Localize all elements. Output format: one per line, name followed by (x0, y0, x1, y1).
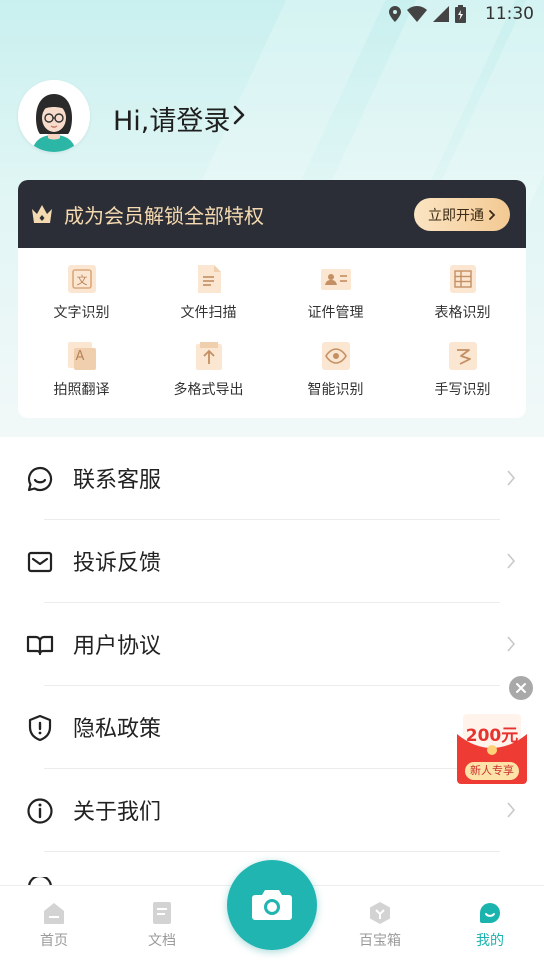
status-time: 11:30 (485, 4, 534, 24)
feature-label: 拍照翻译 (53, 382, 110, 398)
handwriting-icon (448, 342, 477, 370)
chevron-right-icon (507, 553, 516, 569)
tab-home[interactable]: 首页 (14, 900, 94, 950)
chevron-right-icon (489, 209, 496, 220)
promo-amount: 200元 (465, 726, 519, 746)
menu-item-label: 联系客服 (73, 468, 162, 493)
tab-label: 首页 (40, 933, 68, 949)
svg-text:文: 文 (76, 273, 87, 287)
profile-icon (480, 903, 500, 923)
feature-file-scan[interactable]: 文件扫描 (145, 262, 272, 339)
crown-icon (32, 205, 52, 223)
features-card: 成为会员解锁全部特权 立即开通 文 文字识别 文件扫描 证件管理 表格识别 A … (18, 180, 526, 418)
info-icon (27, 798, 53, 824)
avatar[interactable] (18, 80, 90, 152)
chat-icon (27, 466, 53, 492)
chevron-right-icon (507, 470, 516, 486)
shield-icon (28, 714, 52, 742)
svg-text:A: A (75, 349, 84, 364)
divider (44, 851, 500, 852)
signal-icon (433, 6, 449, 22)
document-icon (153, 902, 171, 924)
feature-photo-translate[interactable]: A 拍照翻译 (18, 339, 145, 416)
chevron-right-icon (507, 802, 516, 818)
file-scan-icon (197, 265, 221, 293)
feature-handwriting[interactable]: 手写识别 (399, 339, 526, 416)
chevron-right-icon (507, 636, 516, 652)
tab-label: 百宝箱 (359, 933, 401, 949)
export-icon (195, 342, 222, 370)
feature-label: 手写识别 (434, 382, 491, 398)
mail-icon (27, 551, 53, 573)
feature-label: 表格识别 (434, 305, 491, 321)
vip-text: 成为会员解锁全部特权 (64, 203, 264, 228)
home-icon (44, 903, 64, 924)
toolbox-icon (370, 902, 390, 924)
close-promo-button[interactable] (509, 676, 533, 700)
camera-button[interactable] (227, 860, 317, 950)
menu-item-feedback[interactable]: 投诉反馈 (0, 520, 544, 603)
promo-label: 新人专享 (465, 762, 519, 780)
login-prompt[interactable]: Hi,请登录 (113, 99, 230, 138)
tab-label: 我的 (476, 933, 504, 949)
feature-label: 多格式导出 (173, 382, 244, 398)
feature-label: 文件扫描 (180, 305, 237, 321)
menu-item-label: 用户协议 (73, 634, 162, 659)
battery-icon (455, 5, 466, 23)
feature-id-card[interactable]: 证件管理 (272, 262, 399, 339)
camera-icon (252, 890, 292, 920)
feature-label: 证件管理 (307, 305, 364, 321)
table-recognition-icon (449, 265, 476, 293)
feature-smart-recognition[interactable]: 智能识别 (272, 339, 399, 416)
chevron-right-icon[interactable] (232, 104, 246, 126)
feature-label: 智能识别 (307, 382, 364, 398)
tab-label: 文档 (148, 933, 176, 949)
vip-activate-label: 立即开通 (428, 207, 484, 224)
close-icon (516, 683, 526, 693)
menu-item-label: 投诉反馈 (73, 551, 162, 576)
menu-item-user-agreement[interactable]: 用户协议 (0, 603, 544, 686)
smart-recognition-icon (321, 342, 350, 370)
photo-translate-icon: A (67, 342, 96, 370)
feature-label: 文字识别 (53, 305, 110, 321)
tab-toolbox[interactable]: 百宝箱 (340, 900, 420, 950)
feature-export[interactable]: 多格式导出 (145, 339, 272, 416)
feature-table-recognition[interactable]: 表格识别 (399, 262, 526, 339)
vip-banner[interactable]: 成为会员解锁全部特权 立即开通 (18, 180, 526, 248)
status-bar: 11:30 (0, 0, 544, 30)
feature-text-recognition[interactable]: 文 文字识别 (18, 262, 145, 339)
menu-item-label: 隐私政策 (73, 717, 162, 742)
text-recognition-icon: 文 (67, 265, 96, 293)
settings-list: 联系客服 投诉反馈 用户协议 隐私政策 关于我们 (0, 437, 544, 897)
book-icon (26, 635, 54, 656)
avatar-illustration (18, 80, 90, 152)
wifi-icon (407, 6, 427, 22)
red-packet-promo[interactable]: 200元 新人专享 (455, 712, 529, 786)
menu-item-customer-service[interactable]: 联系客服 (0, 437, 544, 520)
tab-mine[interactable]: 我的 (450, 900, 530, 950)
location-icon (389, 6, 401, 22)
tab-documents[interactable]: 文档 (122, 900, 202, 950)
vip-activate-button[interactable]: 立即开通 (414, 198, 510, 231)
menu-item-label: 关于我们 (73, 800, 162, 825)
feature-grid: 文 文字识别 文件扫描 证件管理 表格识别 A 拍照翻译 多格式导出 智能识别 (18, 248, 526, 416)
id-card-icon (320, 269, 351, 290)
